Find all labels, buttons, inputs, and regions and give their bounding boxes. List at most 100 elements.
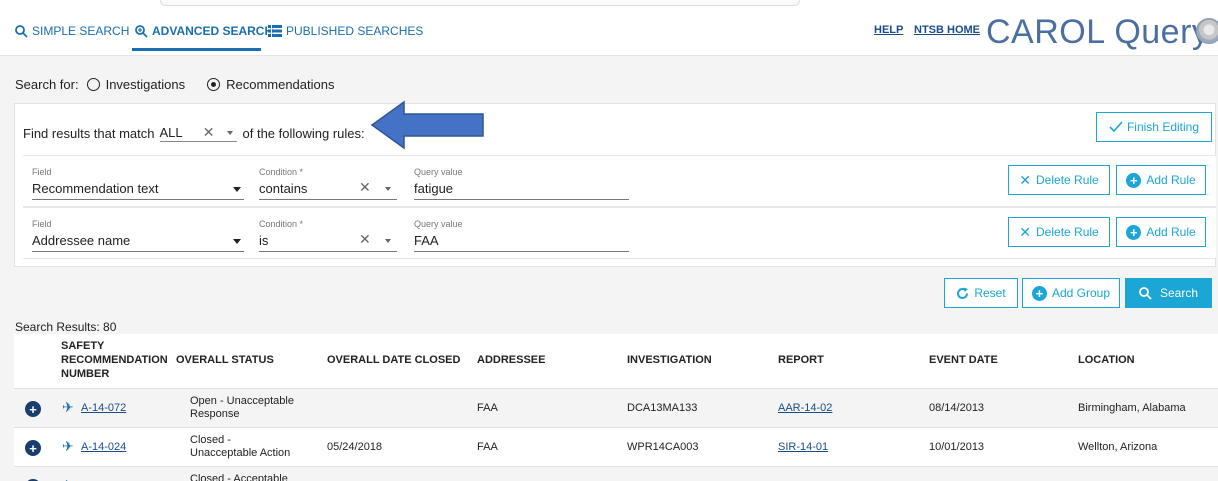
expand-row-icon[interactable]: + xyxy=(25,440,41,456)
location-cell: Birmingham, Alabama xyxy=(1078,402,1186,414)
field-select[interactable]: Addressee name xyxy=(32,233,130,248)
annotation-arrow xyxy=(370,100,484,150)
airplane-icon: ✈ xyxy=(62,399,74,415)
status-cell: Closed - Acceptable xyxy=(190,473,288,481)
finish-editing-button[interactable]: Finish Editing xyxy=(1096,112,1212,142)
col-header-status[interactable]: OVERALL STATUS xyxy=(176,354,274,366)
date-closed-cell: 05/24/2018 xyxy=(327,441,383,453)
col-header-rec-number[interactable]: SAFETY RECOMMENDATION NUMBER xyxy=(61,339,168,381)
addressee-cell: FAA xyxy=(477,402,498,414)
status-cell: Open - Unacceptable Response xyxy=(190,395,294,420)
chevron-down-icon xyxy=(385,187,391,191)
chevron-down-icon xyxy=(233,239,241,244)
tab-published-searches-label: PUBLISHED SEARCHES xyxy=(286,24,424,38)
clear-icon[interactable]: ✕ xyxy=(359,179,371,196)
expand-row-icon[interactable]: + xyxy=(25,401,41,417)
close-icon: ✕ xyxy=(1019,223,1032,240)
table-row: + ✈ A-14-072 Open - Unacceptable Respons… xyxy=(14,388,1218,427)
rec-number-link[interactable]: A-14-072 xyxy=(81,402,126,415)
clear-icon[interactable]: ✕ xyxy=(203,124,215,141)
chevron-down-icon xyxy=(226,130,233,135)
query-value-input[interactable]: FAA xyxy=(414,233,439,248)
plus-circle-icon: + xyxy=(1031,285,1047,301)
query-value-input[interactable]: fatigue xyxy=(414,181,453,196)
delete-rule-button[interactable]: ✕ Delete Rule xyxy=(1008,165,1110,195)
condition-label: Condition * xyxy=(259,219,304,229)
delete-rule-button[interactable]: ✕ Delete Rule xyxy=(1008,217,1110,247)
help-link[interactable]: HELP xyxy=(874,24,903,36)
report-link[interactable]: AAR-14-02 xyxy=(778,402,832,415)
search-for-label: Search for: xyxy=(15,77,79,92)
search-icon xyxy=(15,24,28,38)
query-value-label: Query value xyxy=(414,219,463,229)
match-line: Find results that match ALL ✕ of the fol… xyxy=(23,124,365,142)
col-header-date-closed[interactable]: OVERALL DATE CLOSED xyxy=(327,354,460,366)
tab-published-searches[interactable]: PUBLISHED SEARCHES xyxy=(268,24,423,38)
search-button[interactable]: Search xyxy=(1125,278,1212,308)
condition-underline xyxy=(259,251,397,252)
tab-advanced-search-label: ADVANCED SEARCH xyxy=(152,24,274,38)
col-header-event-date[interactable]: EVENT DATE xyxy=(929,354,998,366)
field-select[interactable]: Recommendation text xyxy=(32,181,158,196)
airplane-icon: ✈ xyxy=(62,477,74,481)
query-value-label: Query value xyxy=(414,167,463,177)
add-rule-label: Add Rule xyxy=(1146,173,1196,187)
match-select[interactable]: ALL ✕ xyxy=(159,124,237,142)
results-count: Search Results: 80 xyxy=(15,320,117,334)
top-nav-bar: SIMPLE SEARCH ADVANCED SEARCH PUBLISHED … xyxy=(0,0,1218,56)
query-underline xyxy=(414,199,629,200)
ntsb-seal-logo xyxy=(1196,18,1218,44)
add-group-button[interactable]: + Add Group xyxy=(1022,278,1120,308)
match-value: ALL xyxy=(159,125,183,140)
investigation-cell: DCA13MA133 xyxy=(627,402,698,414)
col-header-report[interactable]: REPORT xyxy=(778,354,824,366)
field-label: Field xyxy=(32,167,52,177)
refresh-icon xyxy=(957,287,969,299)
reset-label: Reset xyxy=(974,286,1006,300)
table-row: + ✈ A-14-024 Closed - Unacceptable Actio… xyxy=(14,427,1218,466)
radio-investigations[interactable] xyxy=(86,78,100,91)
add-group-label: Add Group xyxy=(1051,286,1111,300)
search-label: Search xyxy=(1159,286,1199,300)
addressee-cell: FAA xyxy=(477,441,498,453)
radio-investigations-label: Investigations xyxy=(105,77,186,92)
col-header-investigation[interactable]: INVESTIGATION xyxy=(627,354,712,366)
plus-circle-icon: + xyxy=(1126,172,1142,188)
condition-select[interactable]: is xyxy=(259,233,268,248)
location-cell: Wellton, Arizona xyxy=(1078,441,1158,453)
condition-select[interactable]: contains xyxy=(259,181,307,196)
delete-rule-label: Delete Rule xyxy=(1036,173,1099,187)
add-rule-label: Add Rule xyxy=(1146,225,1196,239)
condition-underline xyxy=(259,199,397,200)
query-underline xyxy=(414,251,629,252)
advanced-search-icon xyxy=(135,24,148,38)
investigation-cell: WPR14CA003 xyxy=(627,441,699,453)
match-suffix: of the following rules: xyxy=(242,125,365,141)
delete-rule-label: Delete Rule xyxy=(1036,225,1099,239)
ntsb-home-link[interactable]: NTSB HOME xyxy=(914,24,980,36)
table-row: + ✈ Closed - Acceptable xyxy=(14,466,1218,481)
event-date-cell: 10/01/2013 xyxy=(929,441,985,453)
match-prefix: Find results that match xyxy=(23,125,155,141)
clear-icon[interactable]: ✕ xyxy=(359,231,371,248)
reset-button[interactable]: Reset xyxy=(944,278,1018,308)
tab-advanced-search[interactable]: ADVANCED SEARCH xyxy=(135,24,273,38)
add-rule-button[interactable]: + Add Rule xyxy=(1116,217,1206,247)
tab-simple-search[interactable]: SIMPLE SEARCH xyxy=(15,24,129,38)
finish-editing-label: Finish Editing xyxy=(1126,120,1200,134)
field-label: Field xyxy=(32,219,52,229)
status-cell: Closed - Unacceptable Action xyxy=(190,434,291,459)
active-tab-indicator xyxy=(132,48,261,51)
col-header-addressee[interactable]: ADDRESSEE xyxy=(477,354,545,366)
check-icon xyxy=(1109,121,1123,133)
plus-circle-icon: + xyxy=(1126,224,1142,240)
search-icon xyxy=(1139,286,1152,300)
col-header-location[interactable]: LOCATION xyxy=(1078,354,1135,366)
radio-recommendations[interactable] xyxy=(207,78,221,91)
radio-recommendations-label: Recommendations xyxy=(226,77,335,92)
report-link[interactable]: SIR-14-01 xyxy=(778,441,828,454)
field-underline xyxy=(32,251,244,252)
app-title: CAROL Query xyxy=(986,13,1210,51)
rec-number-link[interactable]: A-14-024 xyxy=(81,441,126,454)
add-rule-button[interactable]: + Add Rule xyxy=(1116,165,1206,195)
